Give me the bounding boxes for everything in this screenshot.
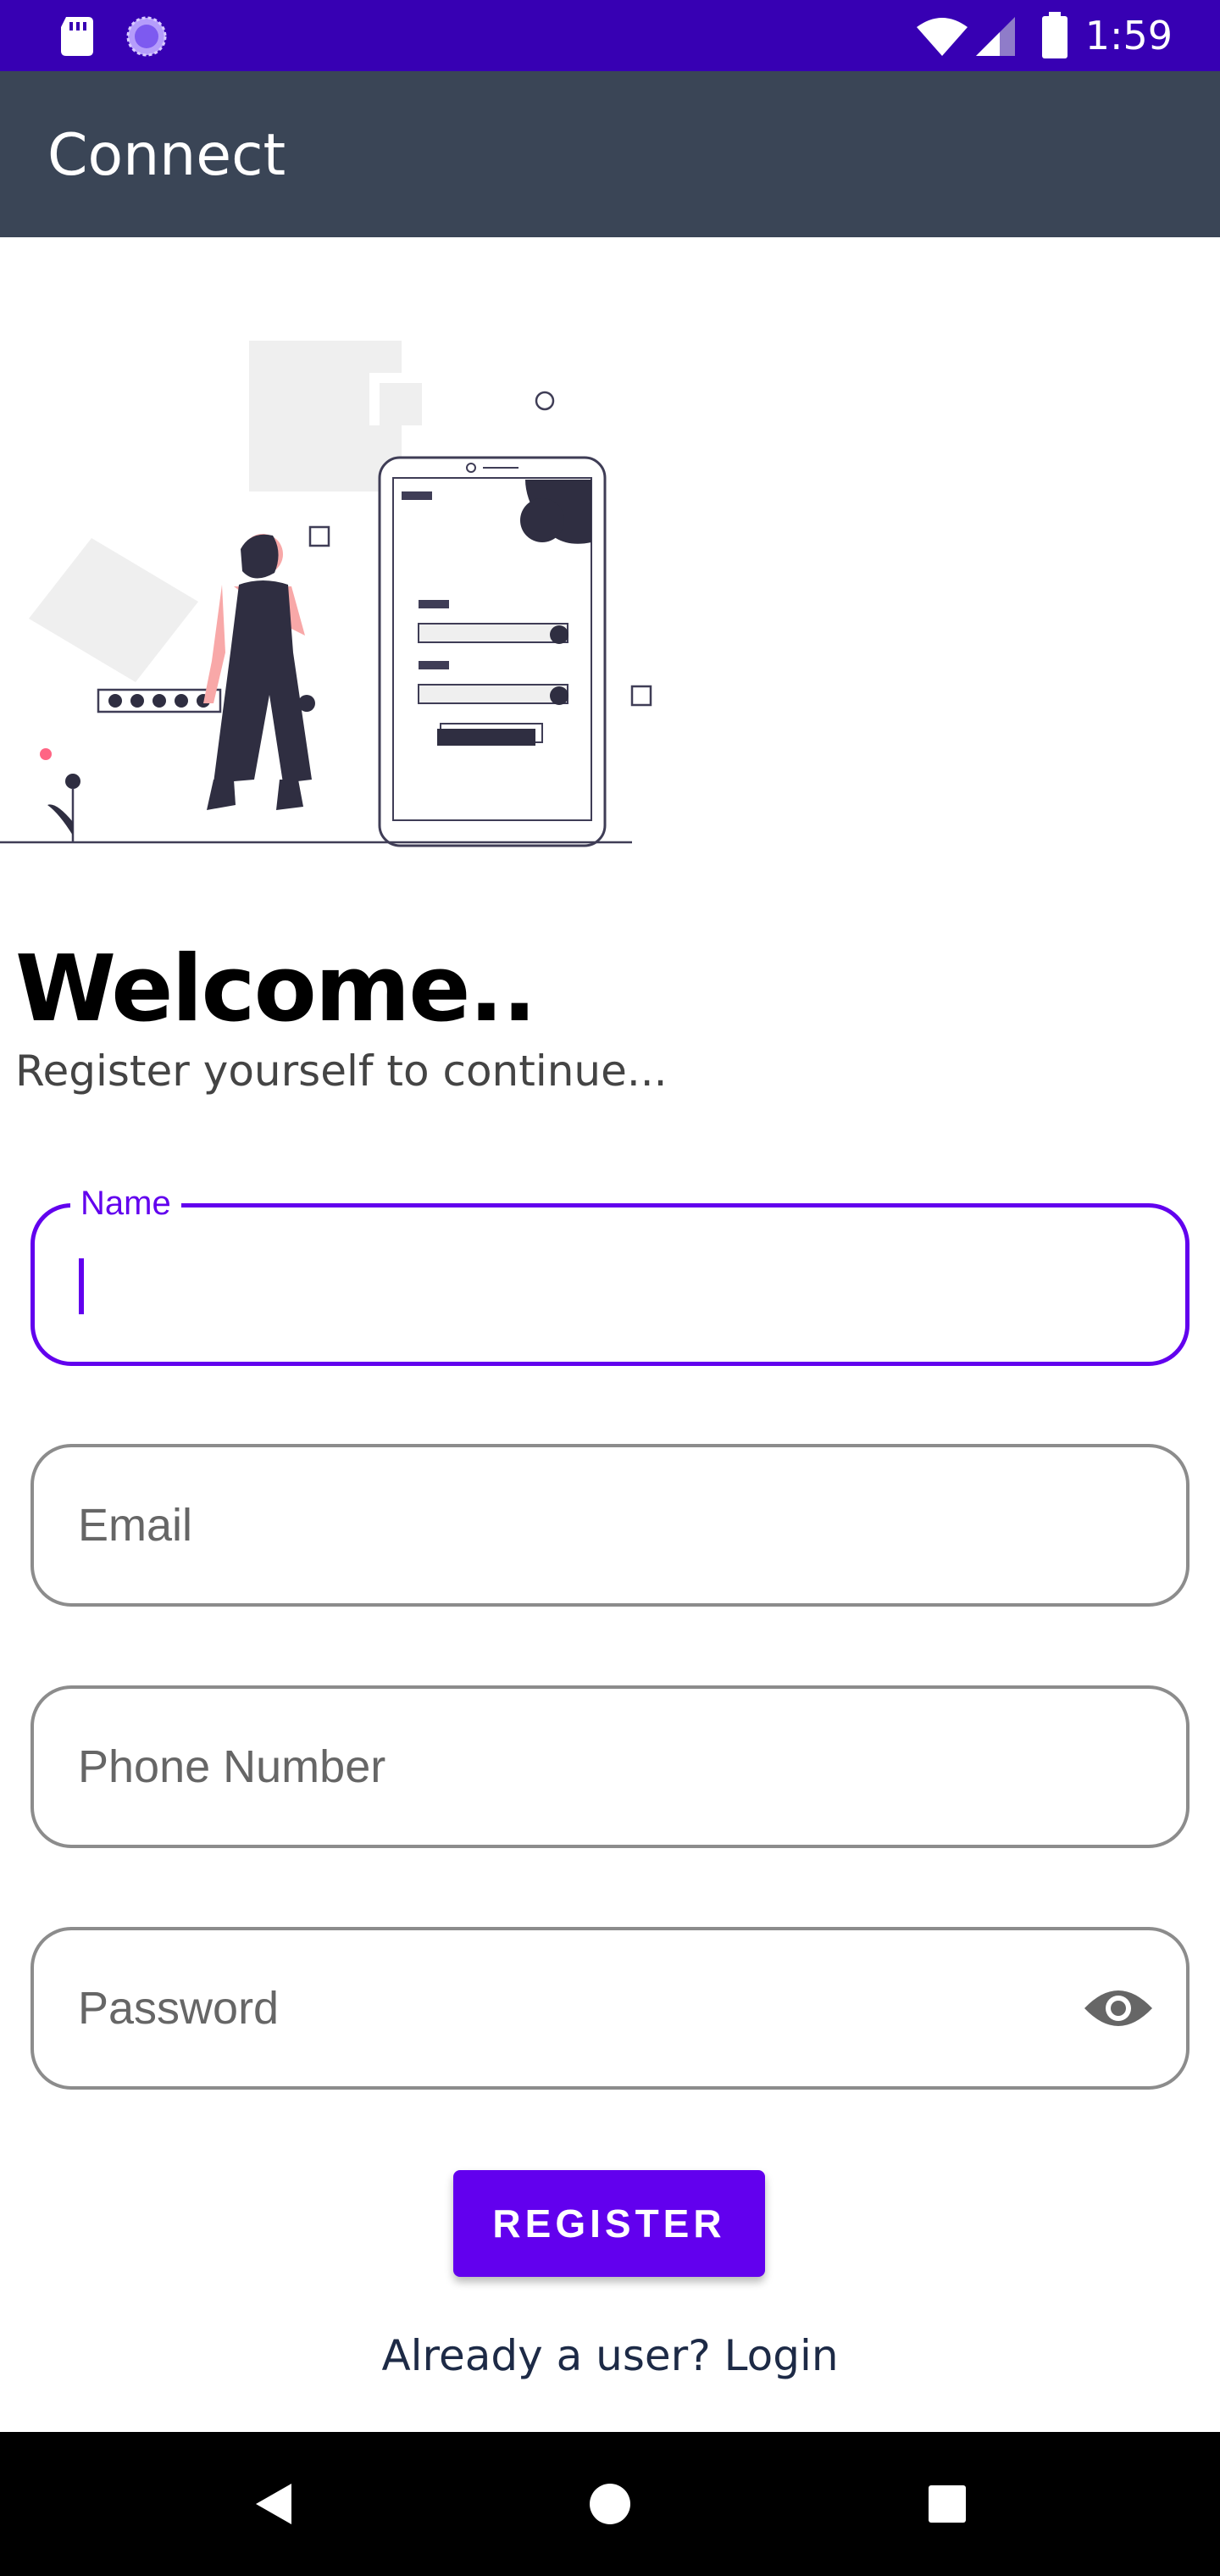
clock: 1:59 xyxy=(1084,13,1173,58)
registration-illustration-icon xyxy=(0,341,652,847)
sd-card-icon xyxy=(61,17,93,56)
email-field-placeholder: Email xyxy=(78,1500,193,1551)
text-cursor xyxy=(79,1258,84,1314)
login-link[interactable]: Already a user? Login xyxy=(0,2329,1220,2383)
home-icon[interactable] xyxy=(576,2470,644,2538)
eye-icon[interactable] xyxy=(1083,1983,1154,2034)
signal-icon xyxy=(976,17,1015,56)
welcome-subtitle: Register yourself to continue... xyxy=(15,1046,668,1096)
back-icon[interactable] xyxy=(239,2470,307,2538)
welcome-title: Welcome.. xyxy=(15,936,537,1042)
app-title: Connect xyxy=(47,122,286,189)
register-button[interactable]: REGISTER xyxy=(453,2170,765,2277)
password-field-placeholder: Password xyxy=(78,1983,280,2034)
password-field[interactable]: Password xyxy=(30,1927,1190,2090)
app-bar: Connect xyxy=(0,71,1220,237)
phone-number-field-placeholder: Phone Number xyxy=(78,1741,386,1792)
status-bar: 1:59 xyxy=(0,0,1220,71)
email-field[interactable]: Email xyxy=(30,1444,1190,1607)
recents-icon[interactable] xyxy=(913,2470,981,2538)
battery-icon xyxy=(1042,12,1068,58)
loading-icon xyxy=(126,16,167,57)
wifi-icon xyxy=(917,18,968,56)
name-field[interactable]: Name xyxy=(30,1182,1190,1366)
navigation-bar xyxy=(0,2432,1220,2576)
name-field-label: Name xyxy=(70,1182,181,1224)
phone-number-field[interactable]: Phone Number xyxy=(30,1685,1190,1848)
